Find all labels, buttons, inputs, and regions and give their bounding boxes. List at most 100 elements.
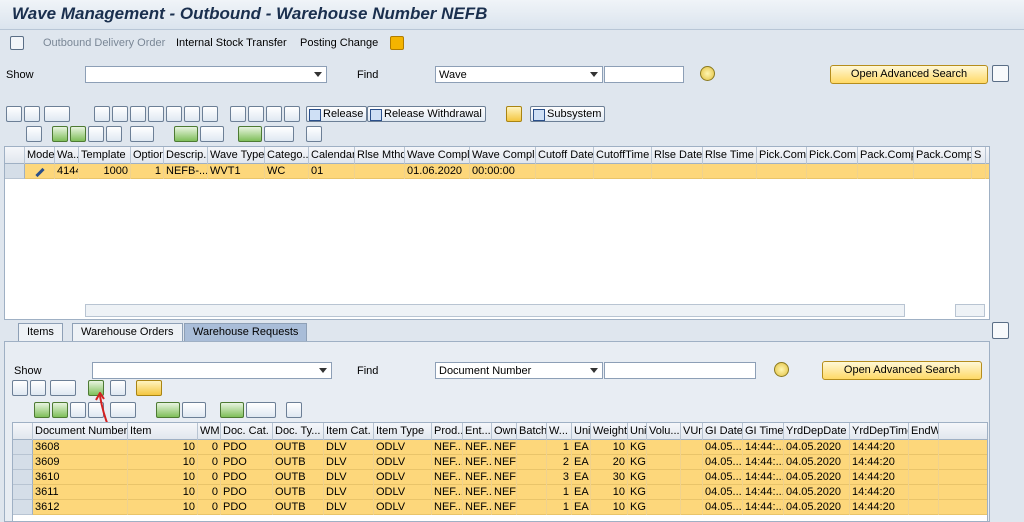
- column-header[interactable]: VUn: [681, 423, 703, 440]
- column-header[interactable]: Prod...: [432, 423, 463, 440]
- column-header[interactable]: WM SplitNo: [198, 423, 221, 440]
- column-header[interactable]: Rlse Time: [703, 147, 757, 164]
- column-header[interactable]: Option: [131, 147, 164, 164]
- column-header[interactable]: Wave Compl: [405, 147, 470, 164]
- info-icon[interactable]: [184, 106, 200, 122]
- column-header[interactable]: S: [972, 147, 986, 164]
- column-header[interactable]: Unit: [572, 423, 591, 440]
- column-header[interactable]: Doc. Ty...: [273, 423, 324, 440]
- layout-select-icon[interactable]: [264, 126, 294, 142]
- column-header[interactable]: Pick.Com...: [807, 147, 858, 164]
- sort-up-icon[interactable]: [52, 126, 68, 142]
- filter-icon[interactable]: [130, 126, 154, 142]
- sort-ascending-icon[interactable]: [12, 380, 28, 396]
- sort-down-icon[interactable]: [52, 402, 68, 418]
- internal-stock-transfer-link[interactable]: Internal Stock Transfer: [176, 37, 287, 49]
- tab-warehouse-orders[interactable]: Warehouse Orders: [72, 323, 183, 341]
- export-icon[interactable]: [238, 126, 262, 142]
- subtotal-icon[interactable]: [182, 402, 206, 418]
- column-header[interactable]: CutoffTime: [594, 147, 652, 164]
- column-header[interactable]: Template: [79, 147, 131, 164]
- layout-select-icon[interactable]: [246, 402, 276, 418]
- sort-down-icon[interactable]: [70, 126, 86, 142]
- column-header[interactable]: GI Time: [743, 423, 784, 440]
- sort-descending-icon[interactable]: [24, 106, 40, 122]
- column-header[interactable]: Rlse Date: [652, 147, 703, 164]
- row-selector[interactable]: [13, 455, 33, 470]
- table-row[interactable]: 414410001NEFB-...WVT1WC01 01.06.202000:00…: [25, 164, 989, 179]
- column-header[interactable]: Cutoff Date: [536, 147, 594, 164]
- layout-icon-bottom[interactable]: [992, 322, 1009, 339]
- column-header[interactable]: Doc. Cat.: [221, 423, 273, 440]
- sum-icon[interactable]: [174, 126, 198, 142]
- show-dropdown[interactable]: [85, 66, 327, 83]
- subtotal-icon[interactable]: [200, 126, 224, 142]
- find-icon[interactable]: [88, 126, 104, 142]
- find-dropdown-bottom[interactable]: Document Number: [435, 362, 603, 379]
- release-withdrawal-button[interactable]: Release Withdrawal: [367, 106, 486, 122]
- display-change-icon[interactable]: [10, 36, 24, 50]
- column-header[interactable]: Item Type: [374, 423, 432, 440]
- copy-icon[interactable]: [112, 106, 128, 122]
- find-dropdown[interactable]: Wave: [435, 66, 603, 83]
- export-icon[interactable]: [220, 402, 244, 418]
- more-icon[interactable]: [390, 36, 404, 50]
- table-row[interactable]: 3608 10 0 PDO OUTB DLV ODLV NEF... NEF... NEF 1 EA 1…: [33, 440, 987, 455]
- go-icon-bottom[interactable]: [774, 362, 789, 377]
- table-row[interactable]: 3611 10 0 PDO OUTB DLV ODLV NEF... NEF... NEF 1 EA 1…: [33, 485, 987, 500]
- row-selector[interactable]: [13, 470, 33, 485]
- column-header[interactable]: Volu...: [647, 423, 681, 440]
- column-header[interactable]: W...: [547, 423, 572, 440]
- edit-pencil-icon[interactable]: [35, 167, 45, 178]
- column-header[interactable]: YrdDepDate: [784, 423, 850, 440]
- split-icon[interactable]: [248, 106, 264, 122]
- sort-descending-icon[interactable]: [30, 380, 46, 396]
- column-header[interactable]: Pick.Com...: [757, 147, 807, 164]
- table-row[interactable]: 3610 10 0 PDO OUTB DLV ODLV NEF... NEF... NEF 3 EA 3…: [33, 470, 987, 485]
- column-header[interactable]: YrdDepTime: [850, 423, 909, 440]
- table-row[interactable]: 3609 10 0 PDO OUTB DLV ODLV NEF... NEF... NEF 2 EA 2…: [33, 455, 987, 470]
- filter-icon[interactable]: [110, 402, 136, 418]
- column-header[interactable]: Weight: [591, 423, 628, 440]
- find-input[interactable]: [604, 66, 684, 83]
- column-header[interactable]: EndW: [909, 423, 939, 440]
- column-header[interactable]: Mode: [25, 147, 55, 164]
- column-header[interactable]: Item: [128, 423, 198, 440]
- column-header[interactable]: Own...: [492, 423, 517, 440]
- unlock-icon[interactable]: [284, 106, 300, 122]
- lock-icon[interactable]: [266, 106, 282, 122]
- sort-ascending-icon[interactable]: [6, 106, 22, 122]
- column-header[interactable]: Pack.Compl: [858, 147, 914, 164]
- column-header[interactable]: Wave Type: [208, 147, 265, 164]
- column-header[interactable]: Calendar: [309, 147, 355, 164]
- column-header[interactable]: Wa...: [55, 147, 79, 164]
- find-next-icon[interactable]: [106, 126, 122, 142]
- merge-icon[interactable]: [230, 106, 246, 122]
- posting-change-link[interactable]: Posting Change: [300, 37, 378, 49]
- show-dropdown-bottom[interactable]: [92, 362, 332, 379]
- column-header[interactable]: Catego...: [265, 147, 309, 164]
- outbound-delivery-order-link[interactable]: Outbound Delivery Order: [43, 37, 165, 49]
- delete-icon[interactable]: [166, 106, 182, 122]
- column-header[interactable]: Batch: [517, 423, 547, 440]
- subsystem-button[interactable]: Subsystem: [530, 106, 606, 122]
- row-selector[interactable]: [13, 500, 33, 515]
- horizontal-scrollbar[interactable]: [85, 304, 905, 317]
- tab-warehouse-requests[interactable]: Warehouse Requests: [184, 323, 308, 341]
- graphic-icon[interactable]: [306, 126, 322, 142]
- row-selector[interactable]: [5, 164, 25, 179]
- assign-icon[interactable]: [148, 106, 164, 122]
- edit-icon[interactable]: [130, 106, 146, 122]
- column-header[interactable]: GI Date: [703, 423, 743, 440]
- row-selector[interactable]: [13, 440, 33, 455]
- sort-up-icon[interactable]: [34, 402, 50, 418]
- tab-items[interactable]: Items: [18, 323, 63, 341]
- select-all-icon[interactable]: [13, 423, 33, 440]
- column-header[interactable]: Rlse Mthd: [355, 147, 405, 164]
- column-header[interactable]: Unit: [628, 423, 647, 440]
- graphic-icon[interactable]: [286, 402, 302, 418]
- table-row[interactable]: 3612 10 0 PDO OUTB DLV ODLV NEF... NEF... NEF 1 EA 1…: [33, 500, 987, 515]
- release-button[interactable]: Release: [306, 106, 368, 122]
- more-functions-icon[interactable]: [136, 380, 162, 396]
- row-selector[interactable]: [13, 485, 33, 500]
